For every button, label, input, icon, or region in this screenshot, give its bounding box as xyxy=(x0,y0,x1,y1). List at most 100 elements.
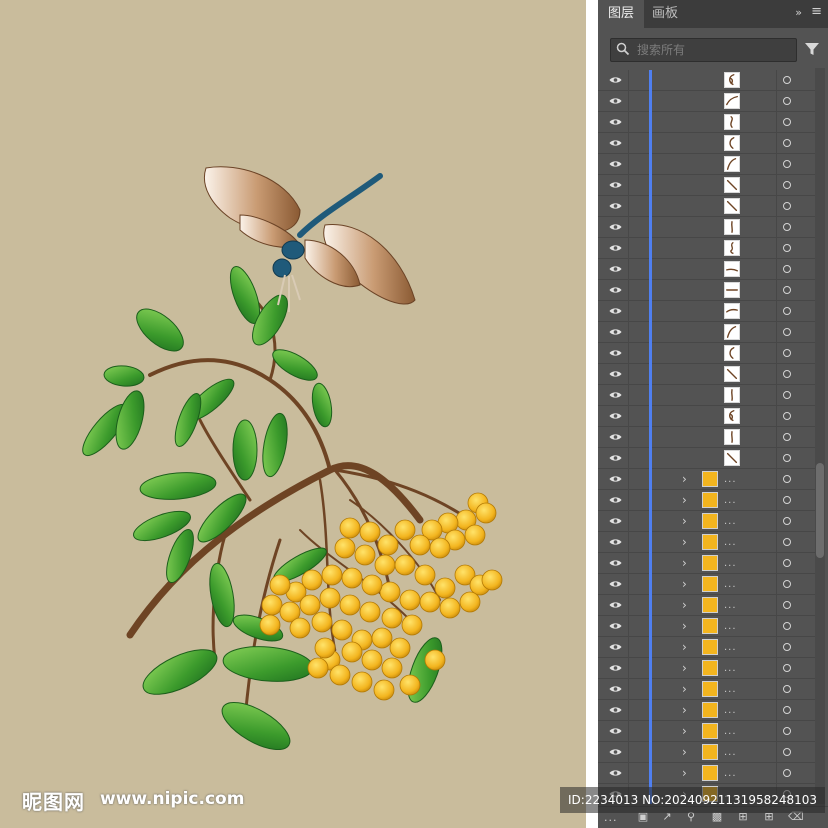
eye-icon[interactable] xyxy=(609,559,622,567)
eye-icon[interactable] xyxy=(609,517,622,525)
lock-column[interactable] xyxy=(628,322,629,343)
lock-column[interactable] xyxy=(628,616,629,637)
target-circle-icon[interactable] xyxy=(783,664,791,672)
eye-icon[interactable] xyxy=(609,202,622,210)
layer-row[interactable] xyxy=(598,217,816,238)
layer-row[interactable] xyxy=(598,238,816,259)
eye-icon[interactable] xyxy=(609,307,622,315)
target-circle-icon[interactable] xyxy=(783,601,791,609)
target-circle-icon[interactable] xyxy=(783,160,791,168)
target-circle-icon[interactable] xyxy=(783,265,791,273)
chevron-right-icon[interactable]: › xyxy=(682,576,687,592)
search-input[interactable] xyxy=(637,40,787,60)
chevron-right-icon[interactable]: › xyxy=(682,723,687,739)
eye-icon[interactable] xyxy=(609,622,622,630)
target-circle-icon[interactable] xyxy=(783,727,791,735)
chevron-right-icon[interactable]: › xyxy=(682,639,687,655)
target-circle-icon[interactable] xyxy=(783,496,791,504)
lock-column[interactable] xyxy=(628,280,629,301)
chevron-right-icon[interactable]: › xyxy=(682,765,687,781)
target-circle-icon[interactable] xyxy=(783,475,791,483)
lock-column[interactable] xyxy=(628,532,629,553)
layer-row[interactable]: ›... xyxy=(598,574,816,595)
layer-row[interactable]: ›... xyxy=(598,595,816,616)
lock-column[interactable] xyxy=(628,511,629,532)
layer-row[interactable] xyxy=(598,406,816,427)
target-circle-icon[interactable] xyxy=(783,76,791,84)
eye-icon[interactable] xyxy=(609,139,622,147)
chevron-right-icon[interactable]: › xyxy=(682,471,687,487)
lock-column[interactable] xyxy=(628,742,629,763)
eye-icon[interactable] xyxy=(609,601,622,609)
layer-row[interactable]: ›... xyxy=(598,490,816,511)
eye-icon[interactable] xyxy=(609,706,622,714)
lock-column[interactable] xyxy=(628,469,629,490)
chevron-right-icon[interactable]: › xyxy=(682,513,687,529)
target-circle-icon[interactable] xyxy=(783,454,791,462)
lock-column[interactable] xyxy=(628,364,629,385)
target-circle-icon[interactable] xyxy=(783,244,791,252)
target-circle-icon[interactable] xyxy=(783,97,791,105)
target-circle-icon[interactable] xyxy=(783,181,791,189)
eye-icon[interactable] xyxy=(609,286,622,294)
layer-row[interactable]: ›... xyxy=(598,721,816,742)
eye-icon[interactable] xyxy=(609,265,622,273)
eye-icon[interactable] xyxy=(609,685,622,693)
target-circle-icon[interactable] xyxy=(783,349,791,357)
layer-row[interactable]: ›... xyxy=(598,553,816,574)
layer-row[interactable] xyxy=(598,385,816,406)
chevron-right-icon[interactable]: › xyxy=(682,618,687,634)
lock-column[interactable] xyxy=(628,343,629,364)
eye-icon[interactable] xyxy=(609,391,622,399)
chevron-right-icon[interactable]: › xyxy=(682,534,687,550)
layer-row[interactable]: ›... xyxy=(598,742,816,763)
layer-row[interactable]: ›... xyxy=(598,469,816,490)
eye-icon[interactable] xyxy=(609,433,622,441)
target-circle-icon[interactable] xyxy=(783,622,791,630)
lock-column[interactable] xyxy=(628,112,629,133)
layer-row[interactable] xyxy=(598,259,816,280)
eye-icon[interactable] xyxy=(609,643,622,651)
eye-icon[interactable] xyxy=(609,370,622,378)
target-circle-icon[interactable] xyxy=(783,433,791,441)
eye-icon[interactable] xyxy=(609,328,622,336)
target-circle-icon[interactable] xyxy=(783,223,791,231)
eye-icon[interactable] xyxy=(609,97,622,105)
layer-row[interactable] xyxy=(598,301,816,322)
layer-row[interactable]: ›... xyxy=(598,679,816,700)
eye-icon[interactable] xyxy=(609,160,622,168)
target-circle-icon[interactable] xyxy=(783,769,791,777)
lock-column[interactable] xyxy=(628,637,629,658)
tab-layers[interactable]: 图层 xyxy=(598,0,645,28)
layer-row[interactable]: ›... xyxy=(598,658,816,679)
lock-column[interactable] xyxy=(628,721,629,742)
lock-column[interactable] xyxy=(628,595,629,616)
eye-icon[interactable] xyxy=(609,748,622,756)
lock-column[interactable] xyxy=(628,553,629,574)
layer-row[interactable]: ›... xyxy=(598,616,816,637)
eye-icon[interactable] xyxy=(609,538,622,546)
chevron-right-icon[interactable]: › xyxy=(682,492,687,508)
lock-column[interactable] xyxy=(628,91,629,112)
layer-row[interactable]: ›... xyxy=(598,532,816,553)
double-chevron-icon[interactable]: » xyxy=(795,6,802,19)
target-circle-icon[interactable] xyxy=(783,685,791,693)
target-circle-icon[interactable] xyxy=(783,559,791,567)
lock-column[interactable] xyxy=(628,259,629,280)
layer-row[interactable]: ›... xyxy=(598,700,816,721)
lock-column[interactable] xyxy=(628,133,629,154)
eye-icon[interactable] xyxy=(609,664,622,672)
chevron-right-icon[interactable]: › xyxy=(682,681,687,697)
layer-row[interactable] xyxy=(598,196,816,217)
layer-row[interactable] xyxy=(598,175,816,196)
layer-row[interactable] xyxy=(598,448,816,469)
lock-column[interactable] xyxy=(628,175,629,196)
lock-column[interactable] xyxy=(628,427,629,448)
target-circle-icon[interactable] xyxy=(783,370,791,378)
target-circle-icon[interactable] xyxy=(783,748,791,756)
tab-artboards[interactable]: 画板 xyxy=(642,0,688,28)
eye-icon[interactable] xyxy=(609,223,622,231)
eye-icon[interactable] xyxy=(609,496,622,504)
layer-row[interactable] xyxy=(598,364,816,385)
eye-icon[interactable] xyxy=(609,118,622,126)
